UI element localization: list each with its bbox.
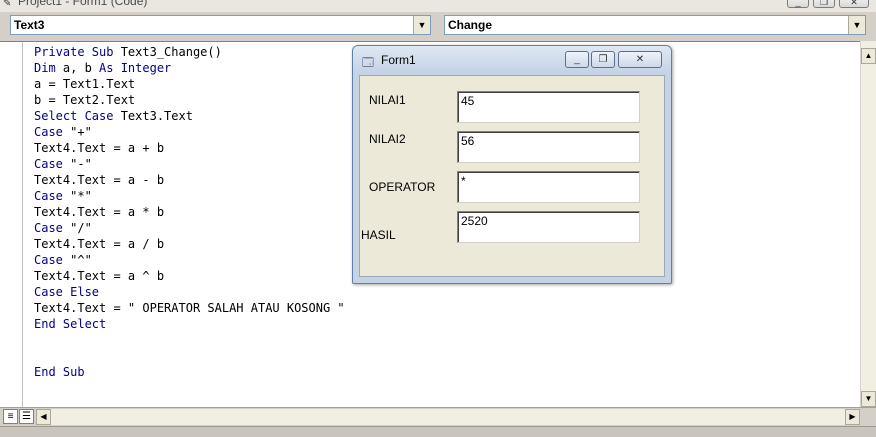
code-text-segment: Text4.Text = a * b [34, 205, 165, 219]
code-line[interactable]: Text4.Text = a - b [34, 172, 345, 188]
full-module-view-button[interactable]: ☰ [19, 409, 34, 424]
vb-project-icon: ✎ [3, 0, 12, 9]
code-keyword: End Select [34, 317, 107, 331]
code-line[interactable]: a = Text1.Text [34, 76, 345, 92]
scroll-left-button[interactable]: ◀ [36, 409, 51, 425]
restore-icon: ❐ [819, 0, 829, 7]
code-line[interactable]: Case Else [34, 284, 345, 300]
code-line[interactable]: Text4.Text = a * b [34, 204, 345, 220]
code-line[interactable]: Dim a, b As Integer [34, 60, 345, 76]
code-text-segment: "*" [70, 189, 92, 203]
vertical-scrollbar[interactable]: ▲ ▼ [860, 41, 876, 407]
code-text-segment: Text4.Text = a - b [34, 173, 165, 187]
code-line[interactable]: Select Case Text3.Text [34, 108, 345, 124]
code-keyword: Case [34, 189, 71, 203]
object-combo[interactable]: Text3 ▼ [10, 15, 431, 35]
code-line[interactable]: Text4.Text = a / b [34, 236, 345, 252]
form-icon: 🗔 [362, 57, 374, 69]
nilai2-textbox[interactable]: 56 [457, 131, 640, 163]
scroll-down-button[interactable]: ▼ [861, 391, 876, 407]
code-line[interactable]: Text4.Text = a ^ b [34, 268, 345, 284]
form1-minimize-button[interactable]: _ [565, 51, 589, 68]
code-line[interactable]: Case "+" [34, 124, 345, 140]
form1-close-button[interactable]: ✕ [618, 51, 662, 68]
status-strip [0, 426, 876, 437]
hasil-textbox[interactable]: 2520 [457, 211, 640, 243]
code-text-segment: b = Text2.Text [34, 93, 136, 107]
code-line[interactable]: End Select [34, 316, 345, 332]
code-keyword: As Integer [99, 61, 172, 75]
object-combo-value: Text3 [14, 18, 45, 32]
code-keyword: Case [34, 253, 71, 267]
close-icon: ✕ [850, 0, 858, 7]
code-text-segment: "+" [70, 125, 92, 139]
code-line[interactable]: Case "*" [34, 188, 345, 204]
code-text-segment: a, b [62, 61, 100, 75]
code-text-segment: Text4.Text = a / b [34, 237, 165, 251]
full-module-view-icon: ☰ [22, 411, 31, 422]
code-text-segment: Text4.Text = a + b [34, 141, 165, 155]
code-line[interactable]: Private Sub Text3_Change() [34, 44, 345, 60]
procedure-combo-value: Change [448, 18, 493, 32]
code-text-segment: "^" [70, 253, 92, 267]
code-text[interactable]: Private Sub Text3_Change() Dim a, b As In… [34, 44, 345, 380]
ide-close-button[interactable]: ✕ [839, 0, 869, 8]
horizontal-scrollbar[interactable]: ◀ ▶ [36, 409, 860, 425]
code-line[interactable] [34, 332, 345, 348]
code-keyword: Dim [34, 61, 63, 75]
code-line[interactable]: Text4.Text = " OPERATOR SALAH ATAU KOSON… [34, 300, 345, 316]
code-keyword: Case [34, 221, 71, 235]
scroll-up-button[interactable]: ▲ [861, 48, 876, 64]
procedure-combo[interactable]: Change ▼ [444, 15, 866, 35]
form1-maximize-button[interactable]: ❐ [591, 51, 615, 68]
procedure-view-button[interactable]: ≡ [3, 409, 18, 424]
hasil-label: HASIL [361, 228, 396, 242]
minimize-icon: _ [795, 0, 801, 7]
code-line[interactable]: Case "-" [34, 156, 345, 172]
code-text-segment: Text4.Text = a ^ b [34, 269, 165, 283]
form1-title: Form1 [381, 53, 416, 67]
form1-window[interactable]: 🗔 Form1 _ ❐ ✕ NILAI1 45 NILAI2 56 OPERAT… [352, 45, 672, 284]
ide-restore-button[interactable]: ❐ [813, 0, 835, 8]
code-keyword: Case [34, 157, 71, 171]
ide-minimize-button[interactable]: _ [787, 0, 809, 8]
form1-client-area: NILAI1 45 NILAI2 56 OPERATOR * HASIL 252… [359, 75, 665, 277]
nilai2-label: NILAI2 [369, 132, 406, 146]
code-line[interactable]: Case "^" [34, 252, 345, 268]
code-line[interactable]: End Sub [34, 364, 345, 380]
procedure-combo-dropdown-icon[interactable]: ▼ [848, 16, 865, 34]
code-text-segment: "-" [70, 157, 92, 171]
code-keyword: Select Case [34, 109, 121, 123]
code-line[interactable] [34, 348, 345, 364]
code-keyword: Case Else [34, 285, 100, 299]
editor-margin[interactable] [0, 42, 23, 408]
ide-window-title: Project1 - Form1 (Code) [18, 0, 148, 8]
code-keyword: End Sub [34, 365, 85, 379]
code-line[interactable]: Case "/" [34, 220, 345, 236]
operator-label: OPERATOR [369, 180, 436, 194]
form1-title-bar[interactable]: 🗔 Form1 _ ❐ ✕ [353, 46, 671, 74]
code-line[interactable]: Text4.Text = a + b [34, 140, 345, 156]
object-combo-dropdown-icon[interactable]: ▼ [413, 16, 430, 34]
operator-textbox[interactable]: * [457, 171, 640, 203]
nilai1-textbox[interactable]: 45 [457, 91, 640, 123]
code-keyword: Private Sub [34, 45, 121, 59]
ide-title-bar: ✎ Project1 - Form1 (Code) _ ❐ ✕ [0, 0, 876, 12]
code-text-segment: a = Text1.Text [34, 77, 136, 91]
code-line[interactable]: b = Text2.Text [34, 92, 345, 108]
scroll-right-button[interactable]: ▶ [845, 409, 860, 425]
close-icon: ✕ [635, 54, 645, 65]
code-text-segment: Text3_Change() [120, 45, 222, 59]
code-text-segment: Text4.Text = " OPERATOR SALAH ATAU KOSON… [34, 301, 345, 315]
procedure-view-icon: ≡ [7, 411, 14, 422]
code-text-segment: "/" [70, 221, 92, 235]
editor-bottom-bar: ≡ ☰ ◀ ▶ [0, 407, 876, 426]
nilai1-label: NILAI1 [369, 93, 406, 107]
minimize-icon: _ [574, 54, 580, 65]
maximize-icon: ❐ [598, 54, 608, 65]
code-text-segment: Text3.Text [120, 109, 193, 123]
code-keyword: Case [34, 125, 71, 139]
